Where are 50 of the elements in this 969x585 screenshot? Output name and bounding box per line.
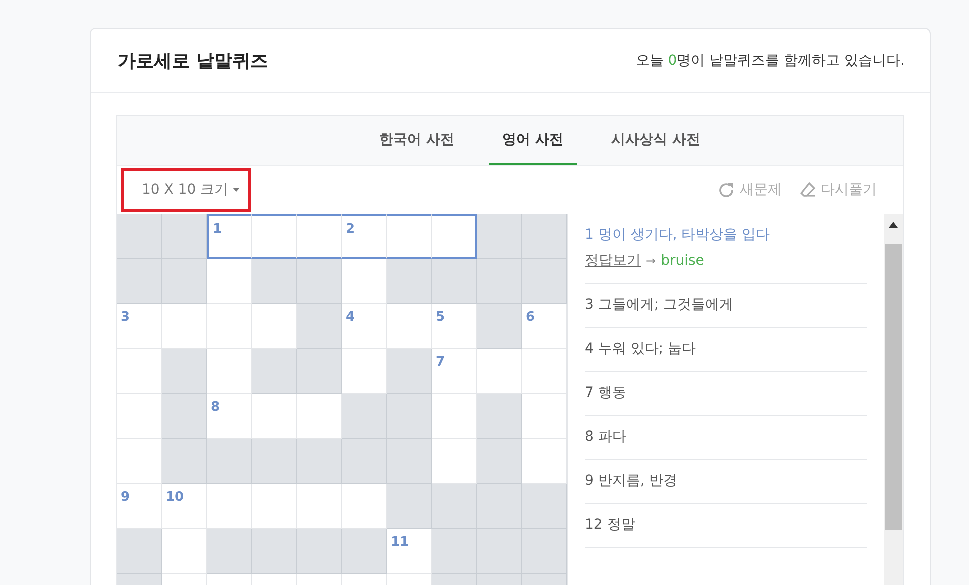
clue-number: 5: [436, 310, 446, 325]
clue-number: 7: [436, 355, 446, 370]
eraser-icon: [800, 182, 816, 198]
clue-number: 3: [121, 310, 130, 325]
scrollbar-thumb[interactable]: [885, 244, 902, 530]
clue-number: 9: [121, 490, 130, 505]
clue-number: 10: [166, 490, 184, 505]
retry-button[interactable]: 다시풀기: [796, 181, 881, 199]
new-puzzle-button[interactable]: 새문제: [714, 181, 786, 199]
grid-cell[interactable]: [297, 214, 342, 259]
caret-icon: [232, 188, 240, 192]
refresh-icon: [718, 182, 735, 198]
size-dropdown[interactable]: 10 X 10 크기: [121, 168, 251, 212]
clue-item[interactable]: 4 누워 있다; 눕다: [585, 340, 867, 358]
tab[interactable]: 영어 사전: [488, 116, 578, 165]
arrow-text: →: [646, 254, 656, 268]
page-title: 가로세로 낱말퀴즈: [118, 50, 268, 72]
grid-cell[interactable]: 5: [432, 304, 477, 349]
grid-cell[interactable]: 4: [342, 304, 387, 349]
clue-item[interactable]: 12 정말: [585, 516, 867, 534]
grid-cell[interactable]: 3: [117, 304, 162, 349]
clue-item[interactable]: 1 멍이 생기다, 타박상을 입다: [585, 226, 867, 244]
scroll-up-icon[interactable]: [889, 222, 898, 228]
grid-cell[interactable]: 11: [387, 529, 432, 574]
answer-text: bruise: [661, 253, 704, 269]
scrollbar[interactable]: [884, 214, 903, 585]
clue-number: 8: [211, 400, 220, 415]
clue-number: 6: [526, 310, 536, 325]
grid-cell[interactable]: 10: [162, 484, 207, 529]
grid-cell[interactable]: 7: [432, 349, 477, 394]
grid-cell[interactable]: 1: [207, 214, 252, 259]
grid-cell[interactable]: 6: [522, 304, 567, 349]
grid-cell[interactable]: [387, 214, 432, 259]
tab[interactable]: 한국어 사전: [366, 116, 469, 165]
clue-number: 4: [346, 310, 356, 325]
grid-cell[interactable]: 8: [207, 394, 252, 439]
grid-cell[interactable]: [252, 214, 297, 259]
grid-cell[interactable]: 2: [342, 214, 387, 259]
grid-cell[interactable]: [432, 214, 477, 259]
grid-cell[interactable]: 9: [117, 484, 162, 529]
clue-item[interactable]: 8 파다: [585, 428, 867, 446]
show-answer-link[interactable]: 정답보기: [585, 252, 641, 270]
online-count-text: 오늘 0명이 낱말퀴즈를 함께하고 있습니다.: [636, 52, 905, 70]
clue-number: 2: [346, 222, 356, 237]
clue-number: 11: [391, 535, 410, 550]
tab[interactable]: 시사상식 사전: [597, 116, 714, 165]
clue-item[interactable]: 7 행동: [585, 384, 867, 402]
clue-item[interactable]: 3 그들에게; 그것들에게: [585, 296, 867, 314]
clue-number: 1: [213, 222, 222, 237]
clue-item[interactable]: 9 반지름, 반경: [585, 472, 867, 490]
